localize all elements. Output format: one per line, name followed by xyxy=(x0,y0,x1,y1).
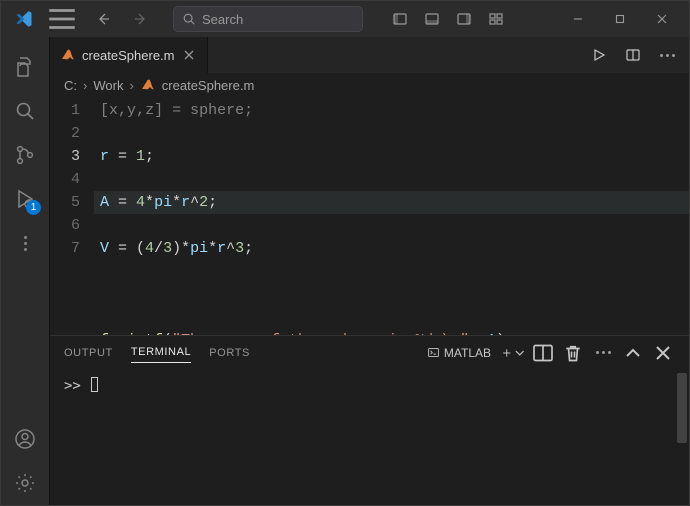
terminal-icon xyxy=(427,346,440,359)
run-debug-icon[interactable]: 1 xyxy=(1,177,49,221)
line-number-gutter: 1234567 xyxy=(50,99,94,335)
source-control-icon[interactable] xyxy=(1,133,49,177)
nav-back-button[interactable] xyxy=(87,5,121,33)
matlab-file-icon xyxy=(140,77,156,93)
command-center-search[interactable]: Search xyxy=(173,6,363,32)
terminal-cursor xyxy=(91,377,98,392)
kill-terminal-button[interactable] xyxy=(561,341,585,365)
panel-header: OUTPUT TERMINAL PORTS MATLAB xyxy=(50,336,689,369)
code-line[interactable]: V = (4/3)*pi*r^3; xyxy=(94,237,689,260)
line-number: 6 xyxy=(50,214,80,237)
code-content[interactable]: [x,y,z] = sphere; r = 1; A = 4*pi*r^2; V… xyxy=(94,99,689,335)
code-line[interactable]: [x,y,z] = sphere; xyxy=(94,99,689,122)
accounts-icon[interactable] xyxy=(1,417,49,461)
editor-tabs: createSphere.m xyxy=(50,37,689,73)
breadcrumb[interactable]: C: › Work › createSphere.m xyxy=(50,73,689,97)
tab-close-icon[interactable] xyxy=(181,47,197,63)
code-line[interactable]: A = 4*pi*r^2; xyxy=(94,191,689,214)
run-file-button[interactable] xyxy=(583,41,615,69)
minimize-button[interactable] xyxy=(557,5,599,33)
maximize-button[interactable] xyxy=(599,5,641,33)
breadcrumb-part[interactable]: C: xyxy=(64,78,77,93)
terminal-profile-label: MATLAB xyxy=(444,346,491,360)
code-line[interactable] xyxy=(94,283,689,306)
close-window-button[interactable] xyxy=(641,5,683,33)
settings-gear-icon[interactable] xyxy=(1,461,49,505)
title-bar: Search xyxy=(1,1,689,37)
panel-more-actions[interactable] xyxy=(591,341,615,365)
explorer-icon[interactable] xyxy=(1,45,49,89)
editor-area: createSphere.m C: › Work › createSphere.… xyxy=(49,37,689,505)
panel-scrollbar[interactable] xyxy=(677,373,687,443)
line-number: 1 xyxy=(50,99,80,122)
editor-more-actions[interactable] xyxy=(651,41,683,69)
tab-createsphere[interactable]: createSphere.m xyxy=(50,37,208,73)
toggle-secondary-sidebar-icon[interactable] xyxy=(449,5,479,33)
activity-bar: 1 xyxy=(1,37,49,505)
matlab-file-icon xyxy=(60,47,76,63)
maximize-panel-button[interactable] xyxy=(621,341,645,365)
code-line[interactable]: fprintf("The area of the sphere is %d.\n… xyxy=(94,329,689,335)
breadcrumb-part[interactable]: createSphere.m xyxy=(162,78,255,93)
new-terminal-button[interactable] xyxy=(501,341,525,365)
panel-tab-terminal[interactable]: TERMINAL xyxy=(131,342,191,363)
chevron-right-icon: › xyxy=(129,78,133,93)
panel-tab-ports[interactable]: PORTS xyxy=(209,343,250,363)
line-number: 4 xyxy=(50,168,80,191)
terminal-profile-dropdown[interactable]: MATLAB xyxy=(423,346,495,360)
toggle-panel-icon[interactable] xyxy=(417,5,447,33)
bottom-panel: OUTPUT TERMINAL PORTS MATLAB xyxy=(50,335,689,505)
terminal-prompt: >> xyxy=(64,378,89,394)
search-placeholder: Search xyxy=(202,12,243,27)
breadcrumb-part[interactable]: Work xyxy=(93,78,123,93)
panel-tab-output[interactable]: OUTPUT xyxy=(64,343,113,363)
split-editor-button[interactable] xyxy=(617,41,649,69)
run-debug-badge: 1 xyxy=(26,200,41,215)
chevron-down-icon[interactable] xyxy=(514,346,526,360)
code-editor[interactable]: 1234567 [x,y,z] = sphere; r = 1; A = 4*p… xyxy=(50,97,689,335)
search-sidebar-icon[interactable] xyxy=(1,89,49,133)
line-number: 7 xyxy=(50,237,80,260)
line-number: 5 xyxy=(50,191,80,214)
toggle-primary-sidebar-icon[interactable] xyxy=(385,5,415,33)
nav-forward-button[interactable] xyxy=(123,5,157,33)
hamburger-menu-icon[interactable] xyxy=(45,5,79,33)
tab-label: createSphere.m xyxy=(82,48,175,63)
split-terminal-button[interactable] xyxy=(531,341,555,365)
search-icon xyxy=(182,12,196,26)
line-number: 2 xyxy=(50,122,80,145)
customize-layout-icon[interactable] xyxy=(481,5,511,33)
line-number: 3 xyxy=(50,145,80,168)
vscode-logo xyxy=(7,5,41,33)
code-line[interactable]: r = 1; xyxy=(94,145,689,168)
workbench: 1 createSphere.m C: xyxy=(1,37,689,505)
chevron-right-icon: › xyxy=(83,78,87,93)
terminal-body[interactable]: >> xyxy=(50,369,689,505)
more-views-icon[interactable] xyxy=(1,221,49,265)
close-panel-button[interactable] xyxy=(651,341,675,365)
